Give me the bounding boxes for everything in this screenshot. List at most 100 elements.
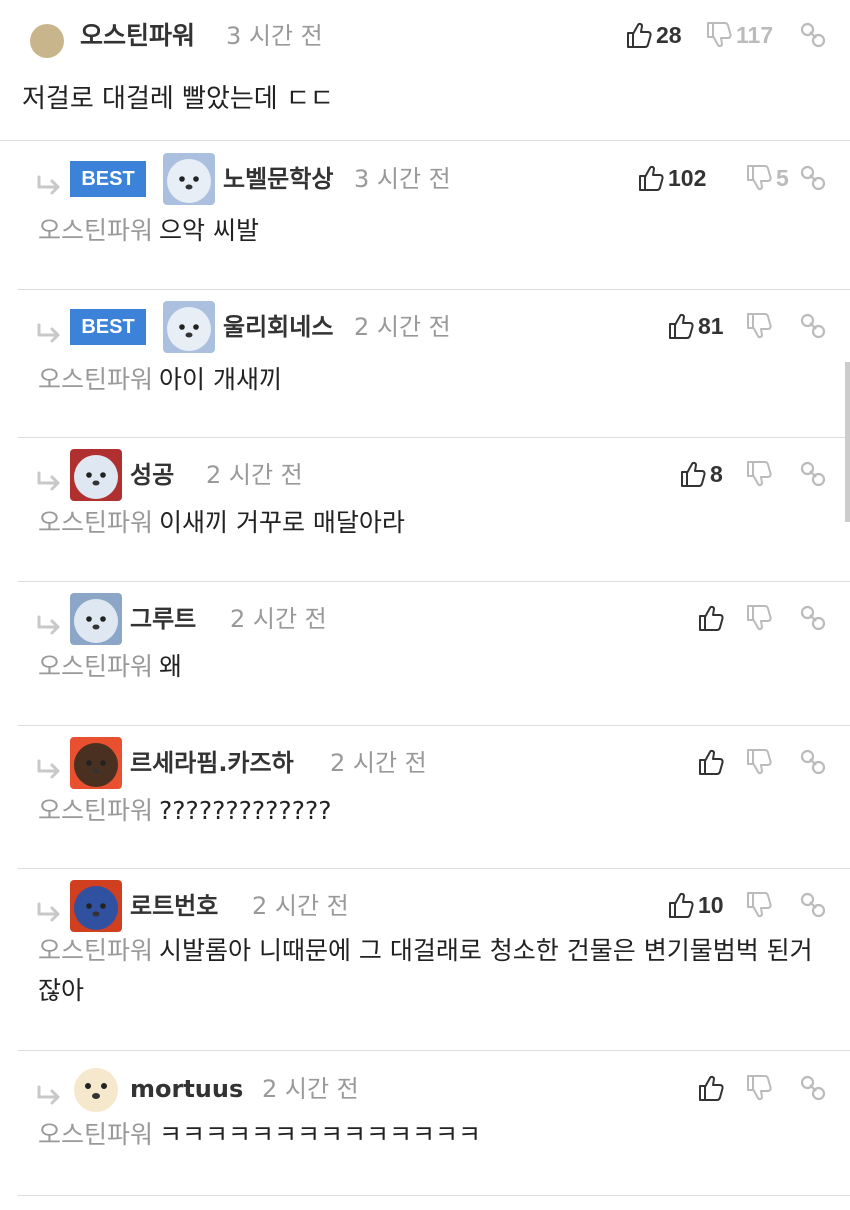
like-button[interactable] <box>698 1072 724 1104</box>
comment-text: ㅋㅋㅋㅋㅋㅋㅋㅋㅋㅋㅋㅋㅋㅋ <box>159 1120 482 1149</box>
link-icon <box>800 165 826 191</box>
author-name[interactable]: mortuus <box>130 1073 243 1105</box>
thumbs-down-icon <box>746 460 772 488</box>
like-button[interactable]: 28 <box>626 19 682 51</box>
avatar[interactable] <box>70 1063 122 1115</box>
dislike-button[interactable] <box>746 310 772 342</box>
avatar[interactable] <box>70 737 122 789</box>
avatar[interactable] <box>70 880 122 932</box>
comment-text: 아이 개새끼 <box>159 365 282 394</box>
thumbs-up-icon <box>668 891 694 919</box>
comment-actions: 8 <box>680 458 844 490</box>
reply-comment: 로트번호 2 시간 전 10 오스틴파워 시발롬아 니때문에 그 대걸래로 청소한 건물… <box>18 869 850 1051</box>
dislike-button[interactable] <box>746 1072 772 1104</box>
author-name[interactable]: 울리회네스 <box>223 311 333 343</box>
mention-label[interactable]: 오스틴파워 <box>38 936 153 965</box>
dislike-button[interactable]: 117 <box>706 19 773 51</box>
link-button[interactable] <box>800 1072 826 1104</box>
reply-comment: 그루트 2 시간 전오스틴파워 왜 <box>18 582 850 726</box>
like-button[interactable] <box>698 602 724 634</box>
like-count: 8 <box>710 461 723 487</box>
comment-text: 시발롬아 니때문에 그 대걸래로 청소한 건물은 변기물범벅 된거잖아 <box>38 936 813 1005</box>
best-badge: BEST <box>70 161 146 197</box>
avatar[interactable] <box>30 24 64 58</box>
thumbs-down-icon <box>746 1074 772 1102</box>
reply-arrow-icon <box>36 471 66 493</box>
reply-arrow-icon <box>36 615 66 637</box>
comment-text: ????????????? <box>159 796 332 825</box>
mention-label[interactable]: 오스틴파워 <box>38 1120 153 1149</box>
comment-text: 이새끼 거꾸로 매달아라 <box>159 508 405 537</box>
mention-label[interactable]: 오스틴파워 <box>38 652 153 681</box>
like-button[interactable]: 8 <box>680 458 723 490</box>
timestamp: 2 시간 전 <box>330 749 427 777</box>
comment-actions <box>698 602 844 634</box>
comment-body: 오스틴파워 왜 <box>38 647 828 687</box>
link-icon <box>800 461 826 487</box>
timestamp: 2 시간 전 <box>354 313 451 341</box>
avatar[interactable] <box>163 153 215 205</box>
author-name[interactable]: 오스틴파워 <box>80 20 195 52</box>
dislike-count: 117 <box>736 22 774 48</box>
thumbs-up-icon <box>638 164 664 192</box>
like-button[interactable]: 10 <box>668 889 724 921</box>
link-button[interactable] <box>800 746 826 778</box>
author-name[interactable]: 노벨문학상 <box>223 163 333 195</box>
like-button[interactable]: 81 <box>668 310 724 342</box>
mention-label[interactable]: 오스틴파워 <box>38 508 153 537</box>
comment-body: 오스틴파워 ㅋㅋㅋㅋㅋㅋㅋㅋㅋㅋㅋㅋㅋㅋ <box>38 1115 828 1155</box>
mention-label[interactable]: 오스틴파워 <box>38 216 153 245</box>
thumbs-down-icon <box>746 748 772 776</box>
thumbs-down-icon <box>706 21 732 49</box>
comment-body: 오스틴파워 시발롬아 니때문에 그 대걸래로 청소한 건물은 변기물범벅 된거잖아 <box>38 931 828 1011</box>
like-count: 102 <box>668 165 707 191</box>
avatar[interactable] <box>70 593 122 645</box>
link-button[interactable] <box>800 19 826 51</box>
author-name[interactable]: 성공 <box>130 459 174 491</box>
dislike-button[interactable] <box>746 458 772 490</box>
thumbs-up-icon <box>668 312 694 340</box>
like-button[interactable] <box>698 746 724 778</box>
reply-comment: 성공 2 시간 전 8 오스틴파워 이새끼 거꾸로 매달아라 <box>18 438 850 582</box>
mention-label[interactable]: 오스틴파워 <box>38 796 153 825</box>
avatar[interactable] <box>163 301 215 353</box>
link-icon <box>800 892 826 918</box>
scrollbar[interactable] <box>845 362 850 522</box>
link-icon <box>800 605 826 631</box>
thumbs-down-icon <box>746 604 772 632</box>
thumbs-up-icon <box>698 604 724 632</box>
reply-comment: mortuus 2 시간 전 오스틴파워 ㅋㅋㅋㅋㅋㅋㅋㅋㅋㅋㅋㅋㅋㅋ <box>18 1051 850 1196</box>
mention-label[interactable]: 오스틴파워 <box>38 365 153 394</box>
link-button[interactable] <box>800 458 826 490</box>
reply-comment: BEST 노벨문학상 3 시간 전 102 5 오스틴파워 으악 씨발 <box>18 141 850 290</box>
avatar[interactable] <box>70 449 122 501</box>
thumbs-down-icon <box>746 164 772 192</box>
dislike-button[interactable] <box>746 602 772 634</box>
like-button[interactable]: 102 <box>638 162 706 194</box>
comment-actions: 10 <box>668 889 844 921</box>
link-button[interactable] <box>800 310 826 342</box>
author-name[interactable]: 로트번호 <box>130 890 218 922</box>
timestamp: 2 시간 전 <box>230 605 327 633</box>
comment-actions <box>698 1072 844 1104</box>
dislike-count: 5 <box>776 165 789 191</box>
reply-arrow-icon <box>36 323 66 345</box>
author-name[interactable]: 르세라핌.카즈하 <box>130 747 294 779</box>
link-icon <box>800 313 826 339</box>
dislike-button[interactable] <box>746 889 772 921</box>
dislike-button[interactable]: 5 <box>746 162 789 194</box>
like-count: 81 <box>698 313 724 339</box>
comment-text: 으악 씨발 <box>159 216 259 245</box>
comment-text: 왜 <box>159 652 183 681</box>
comment-actions: 28 117 <box>626 19 826 51</box>
link-button[interactable] <box>800 602 826 634</box>
dislike-button[interactable] <box>746 746 772 778</box>
like-count: 28 <box>656 22 682 48</box>
author-name[interactable]: 그루트 <box>130 603 196 635</box>
best-badge: BEST <box>70 309 146 345</box>
timestamp: 3 시간 전 <box>354 165 451 193</box>
reply-comment: 르세라핌.카즈하 2 시간 전오스틴파워????????????? <box>18 726 850 869</box>
link-button[interactable] <box>800 162 826 194</box>
link-icon <box>800 1075 826 1101</box>
link-button[interactable] <box>800 889 826 921</box>
